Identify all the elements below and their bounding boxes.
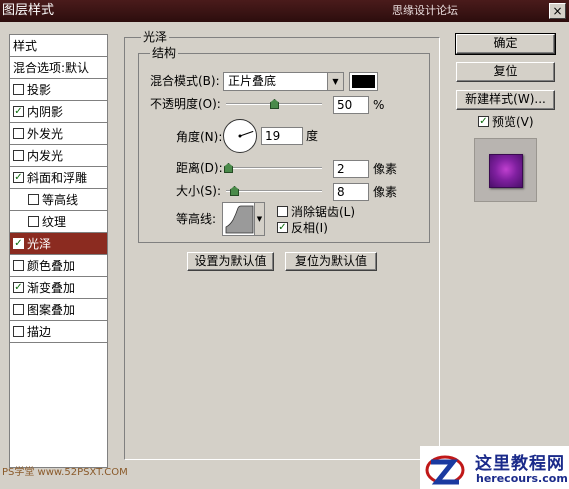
contour-curve-icon	[225, 205, 254, 234]
distance-unit: 像素	[373, 162, 398, 176]
slider-thumb[interactable]	[230, 186, 239, 196]
set-default-button[interactable]: 设置为默认值	[187, 252, 274, 271]
size-label: 大小(S):	[176, 184, 222, 198]
style-item-label: 内阴影	[27, 105, 64, 119]
style-item-label: 描边	[27, 325, 52, 339]
distance-label: 距离(D):	[176, 161, 223, 175]
invert-checkbox[interactable]: ✓	[277, 222, 288, 233]
style-item[interactable]: 图案叠加	[10, 299, 107, 321]
style-item-checkbox[interactable]: ✓	[13, 172, 24, 183]
opacity-input[interactable]: 50	[333, 96, 369, 114]
site-logo-icon	[425, 455, 465, 485]
size-slider[interactable]	[226, 186, 322, 196]
chevron-down-icon: ▼	[327, 73, 343, 90]
opacity-slider[interactable]	[226, 99, 322, 109]
style-item-label: 颜色叠加	[27, 259, 76, 273]
site-title: 这里教程网	[475, 454, 565, 474]
style-item[interactable]: ✓ 斜面和浮雕	[10, 167, 107, 189]
title-bar[interactable]: 图层样式 思缘设计论坛 www.MISSYUAN.COM ×	[0, 0, 569, 39]
style-item[interactable]: 投影	[10, 79, 107, 101]
style-item-checkbox[interactable]	[13, 128, 24, 139]
size-input[interactable]: 8	[333, 183, 369, 201]
preview-option[interactable]: ✓ 预览(V)	[478, 114, 534, 131]
contour-label: 等高线:	[176, 212, 217, 226]
opacity-unit: %	[373, 98, 385, 112]
style-item-label: 内发光	[27, 149, 64, 163]
preview-checkbox[interactable]: ✓	[478, 116, 489, 127]
style-item-checkbox[interactable]	[28, 194, 39, 205]
angle-dial[interactable]	[223, 119, 257, 153]
style-item[interactable]: 纹理	[10, 211, 107, 233]
reset-default-button[interactable]: 复位为默认值	[285, 252, 377, 271]
distance-input[interactable]: 2	[333, 160, 369, 178]
antialias-option[interactable]: 消除锯齿(L)	[277, 204, 355, 221]
style-item-checkbox[interactable]	[13, 150, 24, 161]
left-watermark: PS学堂 www.52PSXT.COM	[2, 467, 128, 478]
new-style-button[interactable]: 新建样式(W)...	[456, 90, 555, 110]
style-item-label: 等高线	[42, 193, 79, 207]
ok-button[interactable]: 确定	[455, 33, 556, 55]
style-item-checkbox[interactable]: ✓	[13, 282, 24, 293]
slider-track	[226, 190, 322, 192]
slider-thumb[interactable]	[270, 99, 279, 109]
invert-label: 反相(I)	[291, 221, 328, 235]
style-item-label: 光泽	[27, 237, 52, 251]
angle-dial-icon	[238, 130, 254, 138]
style-item-label: 外发光	[27, 127, 64, 141]
style-item-checkbox[interactable]: ✓	[13, 106, 24, 117]
contour-picker[interactable]: ▼	[222, 202, 265, 236]
style-item-label: 斜面和浮雕	[27, 171, 88, 185]
style-item[interactable]: 颜色叠加	[10, 255, 107, 277]
blend-mode-select[interactable]: 正片叠底 ▼	[223, 72, 344, 91]
blend-options-item[interactable]: 混合选项:默认	[10, 57, 107, 79]
preview-label: 预览(V)	[492, 115, 534, 129]
angle-label: 角度(N):	[176, 130, 223, 144]
style-item[interactable]: ✓ 渐变叠加	[10, 277, 107, 299]
color-swatch-fill	[352, 75, 375, 88]
antialias-label: 消除锯齿(L)	[291, 205, 356, 219]
structure-group-title: 结构	[150, 46, 179, 60]
site-url: herecours.com	[476, 472, 568, 485]
blend-mode-value: 正片叠底	[228, 74, 277, 88]
style-item-checkbox[interactable]	[13, 304, 24, 315]
style-list-header[interactable]: 样式	[10, 35, 107, 57]
distance-slider[interactable]	[224, 163, 322, 173]
style-item[interactable]: 内发光	[10, 145, 107, 167]
style-item[interactable]: 描边	[10, 321, 107, 343]
angle-unit: 度	[306, 129, 319, 143]
style-item-label: 图案叠加	[27, 303, 76, 317]
opacity-label: 不透明度(O):	[150, 97, 221, 111]
satin-group-title: 光泽	[141, 30, 170, 44]
style-item[interactable]: ✓ 内阴影	[10, 101, 107, 123]
slider-track	[226, 167, 322, 169]
style-item[interactable]: 等高线	[10, 189, 107, 211]
style-item-label: 渐变叠加	[27, 281, 76, 295]
antialias-checkbox[interactable]	[277, 206, 288, 217]
style-list: 样式 混合选项:默认 投影 ✓ 内阴影 外发光 内发光 ✓ 斜面和浮雕 等高线 纹理 ✓ 光泽 颜色叠…	[9, 34, 108, 468]
invert-option[interactable]: ✓ 反相(I)	[277, 220, 328, 237]
chevron-down-icon[interactable]: ▼	[254, 203, 264, 235]
style-item-checkbox[interactable]	[13, 326, 24, 337]
size-unit: 像素	[373, 185, 398, 199]
style-item-checkbox[interactable]	[13, 84, 24, 95]
style-item-label: 纹理	[42, 215, 67, 229]
style-item[interactable]: 外发光	[10, 123, 107, 145]
angle-input[interactable]: 19	[261, 127, 303, 145]
preview-swatch	[489, 154, 523, 188]
reset-button[interactable]: 复位	[456, 62, 555, 82]
blend-mode-label: 混合模式(B):	[150, 74, 220, 88]
style-item-checkbox[interactable]: ✓	[13, 238, 24, 249]
window-title: 图层样式	[2, 3, 55, 18]
style-preview	[474, 138, 537, 202]
color-swatch[interactable]	[349, 72, 378, 91]
close-button[interactable]: ×	[549, 3, 566, 19]
style-item-checkbox[interactable]	[28, 216, 39, 227]
slider-thumb[interactable]	[224, 163, 233, 173]
style-item-label: 投影	[27, 83, 52, 97]
style-item-checkbox[interactable]	[13, 260, 24, 271]
site-watermark: 这里教程网 herecours.com	[420, 446, 569, 489]
style-item[interactable]: ✓ 光泽	[10, 233, 107, 255]
